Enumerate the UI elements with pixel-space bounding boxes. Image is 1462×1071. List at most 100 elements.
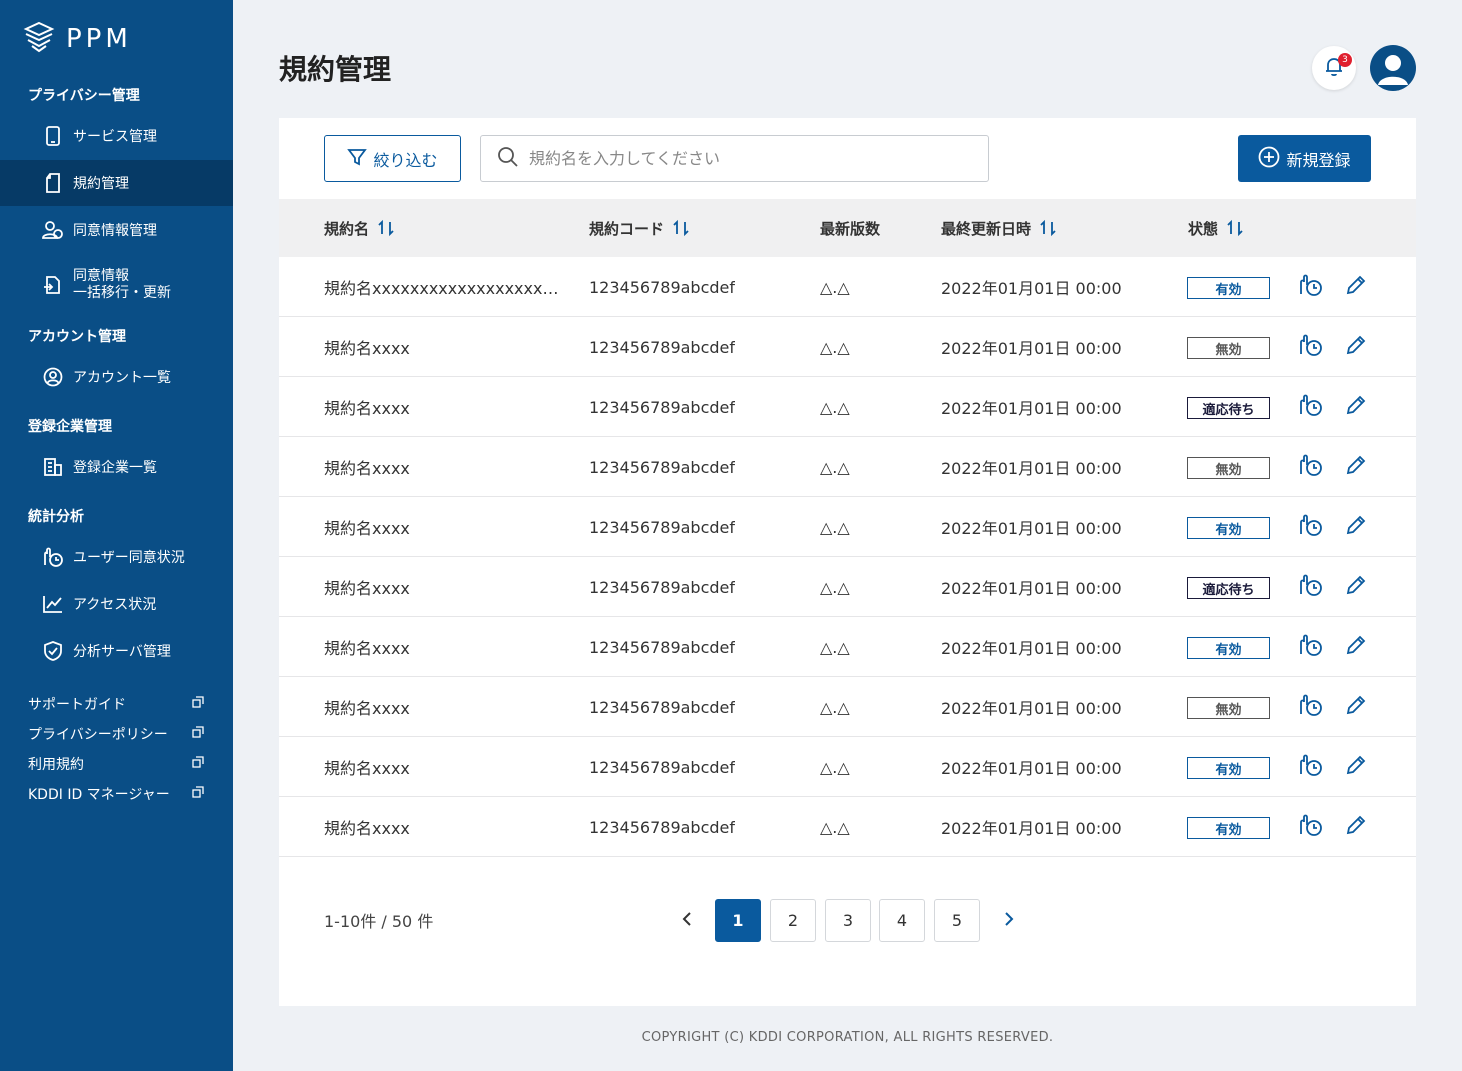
consent-history-button[interactable] [1298,754,1324,780]
table-row[interactable]: 規約名xxxx 123456789abcdef △.△ 2022年01月01日 … [279,437,1416,497]
edit-button[interactable] [1343,274,1369,300]
link-support-guide[interactable]: サポートガイド [28,694,204,714]
sidebar-item-analysis-server[interactable]: 分析サーバ管理 [0,628,233,674]
column-header-status[interactable]: 状態 [1188,199,1244,257]
edit-button[interactable] [1343,634,1369,660]
sidebar-item-company-list[interactable]: 登録企業一覧 [0,444,233,490]
edit-button[interactable] [1343,754,1369,780]
copyright-footer: COPYRIGHT (C) KDDI CORPORATION, ALL RIGH… [641,1030,1054,1045]
cell-code: 123456789abcdef [589,277,736,297]
sort-icon[interactable] [377,219,395,237]
sidebar-item-bulk-update[interactable]: 同意情報 一括移行・更新 [0,259,233,311]
brand-logo[interactable]: PPM [22,20,132,58]
cell-name: 規約名xxxx [324,519,410,538]
edit-button[interactable] [1343,454,1369,480]
table-row[interactable]: 規約名xxxx 123456789abcdef △.△ 2022年01月01日 … [279,557,1416,617]
consent-history-button[interactable] [1298,274,1324,300]
status-badge: 有効 [1187,817,1270,839]
consent-history-button[interactable] [1298,574,1324,600]
link-terms-of-use[interactable]: 利用規約 [28,754,204,774]
status-badge: 適応待ち [1187,397,1270,419]
status-badge: 無効 [1187,697,1270,719]
sidebar: PPM プライバシー管理 サービス管理 規約管理 同意情報管理 同意情報 一括移… [0,0,233,1071]
cell-version: △.△ [820,577,850,597]
page-button-2[interactable]: 2 [770,899,816,942]
sort-icon[interactable] [1226,219,1244,237]
sidebar-item-user-consent[interactable]: ユーザー同意状況 [0,534,233,580]
sidebar-item-account-list[interactable]: アカウント一覧 [0,354,233,400]
status-badge: 有効 [1187,637,1270,659]
edit-button[interactable] [1343,394,1369,420]
prev-page-button[interactable] [672,899,702,942]
edit-button[interactable] [1343,694,1369,720]
avatar[interactable] [1370,45,1416,91]
pencil-icon [1345,334,1367,360]
sort-icon[interactable] [672,219,690,237]
sidebar-item-label: ユーザー同意状況 [73,550,185,566]
link-privacy-policy[interactable]: プライバシーポリシー [28,724,204,744]
cell-version: △.△ [820,817,850,837]
table-row[interactable]: 規約名xxxx 123456789abcdef △.△ 2022年01月01日 … [279,497,1416,557]
table-row[interactable]: 規約名xxxx 123456789abcdef △.△ 2022年01月01日 … [279,797,1416,857]
table-row[interactable]: 規約名xxxx 123456789abcdef △.△ 2022年01月01日 … [279,617,1416,677]
cell-version: △.△ [820,697,850,717]
section-company: 登録企業管理 [28,419,112,435]
terms-list-card: 絞り込む 新規登録 規約名 規約コード 最新版数 最終更新日時 状態 [279,118,1416,1006]
cell-name: 規約名xxxxxxxxxxxxxxxxxx… [324,279,559,298]
consent-history-button[interactable] [1298,394,1324,420]
table-row[interactable]: 規約名xxxx 123456789abcdef △.△ 2022年01月01日 … [279,737,1416,797]
edit-button[interactable] [1343,334,1369,360]
page-button-5[interactable]: 5 [934,899,980,942]
column-header-updated[interactable]: 最終更新日時 [941,199,1057,257]
plus-circle-icon [1258,146,1286,172]
notification-button[interactable]: 3 [1312,46,1356,90]
cell-version: △.△ [820,757,850,777]
page-button-3[interactable]: 3 [825,899,871,942]
building-icon [42,456,64,478]
pencil-icon [1345,694,1367,720]
consent-clock-icon [1298,332,1324,362]
consent-history-button[interactable] [1298,694,1324,720]
cell-updated: 2022年01月01日 00:00 [941,459,1122,478]
search-input[interactable] [529,149,969,168]
consent-history-button[interactable] [1298,514,1324,540]
sidebar-item-terms[interactable]: 規約管理 [0,160,233,206]
cell-name: 規約名xxxx [324,759,410,778]
edit-button[interactable] [1343,574,1369,600]
filter-button[interactable]: 絞り込む [324,135,461,182]
consent-clock-icon [1298,572,1324,602]
column-header-name[interactable]: 規約名 [324,199,395,257]
table-row[interactable]: 規約名xxxx 123456789abcdef △.△ 2022年01月01日 … [279,677,1416,737]
consent-clock-icon [1298,392,1324,422]
next-page-button[interactable] [994,899,1024,942]
edit-button[interactable] [1343,514,1369,540]
cell-updated: 2022年01月01日 00:00 [941,279,1122,298]
pencil-icon [1345,454,1367,480]
sidebar-item-label: 同意情報管理 [73,223,157,239]
table-row[interactable]: 規約名xxxxxxxxxxxxxxxxxx… 123456789abcdef △… [279,257,1416,317]
bulk-transfer-icon [42,274,64,296]
edit-button[interactable] [1343,814,1369,840]
consent-history-button[interactable] [1298,814,1324,840]
section-privacy: プライバシー管理 [28,88,140,104]
pencil-icon [1345,394,1367,420]
section-stats: 統計分析 [28,509,84,525]
consent-history-button[interactable] [1298,334,1324,360]
sidebar-item-access[interactable]: アクセス状況 [0,581,233,627]
status-badge: 適応待ち [1187,577,1270,599]
column-header-code[interactable]: 規約コード [589,199,690,257]
consent-history-button[interactable] [1298,634,1324,660]
link-kddi-id-manager[interactable]: KDDI ID マネージャー [28,784,204,804]
page-button-4[interactable]: 4 [879,899,925,942]
sort-icon[interactable] [1039,219,1057,237]
sidebar-item-consent[interactable]: 同意情報管理 [0,207,233,253]
table-row[interactable]: 規約名xxxx 123456789abcdef △.△ 2022年01月01日 … [279,377,1416,437]
table-row[interactable]: 規約名xxxx 123456789abcdef △.△ 2022年01月01日 … [279,317,1416,377]
cell-version: △.△ [820,517,850,537]
consent-history-button[interactable] [1298,454,1324,480]
sidebar-item-service[interactable]: サービス管理 [0,113,233,159]
cell-name: 規約名xxxx [324,459,410,478]
page-button-1[interactable]: 1 [715,899,761,942]
new-registration-button[interactable]: 新規登録 [1238,135,1371,182]
cell-name: 規約名xxxx [324,339,410,358]
